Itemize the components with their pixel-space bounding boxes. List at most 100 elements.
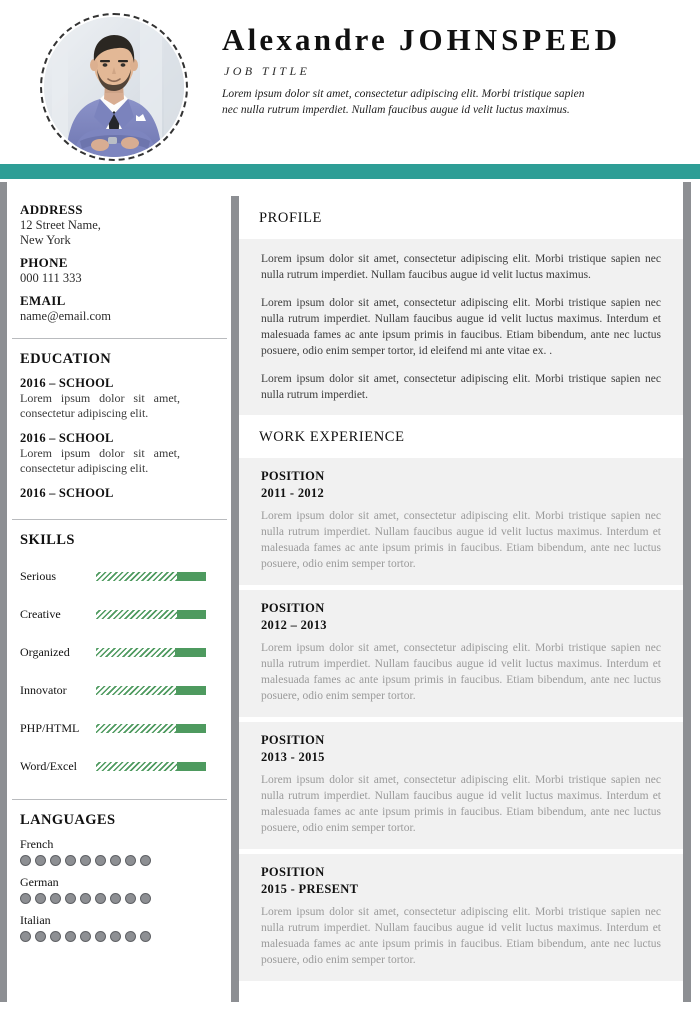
skill-bar [96, 685, 206, 695]
job-position: POSITION [261, 733, 325, 747]
address-line-2: New York [20, 233, 71, 247]
skill-bar-filled [176, 685, 206, 695]
skill-label: Creative [20, 606, 61, 621]
photo-illustration [44, 17, 184, 157]
avatar [40, 13, 188, 161]
profile-paragraph: Lorem ipsum dolor sit amet, consectetur … [261, 373, 661, 401]
profile-photo [44, 17, 184, 157]
right-edge-rail [683, 182, 691, 1002]
skill-row: Organized [20, 633, 231, 671]
rating-dot-filled [20, 855, 31, 866]
education-item: 2016 – SCHOOL [20, 486, 231, 501]
rating-dot-filled [50, 931, 61, 942]
skill-row: Serious [20, 557, 231, 595]
rating-dot-filled [110, 893, 121, 904]
work-experience-heading: WORK EXPERIENCE [239, 415, 683, 458]
education-item-title: 2016 – SCHOOL [20, 431, 114, 445]
skill-row: Word/Excel [20, 747, 231, 785]
skill-row: Innovator [20, 671, 231, 709]
rating-dot-filled [35, 893, 46, 904]
rating-dot-filled [80, 931, 91, 942]
job-position: POSITION [261, 469, 325, 483]
language-rating [20, 893, 231, 904]
skill-bar-hatched [96, 723, 177, 733]
language-row: German [20, 875, 231, 904]
main-column: PROFILE Lorem ipsum dolor sit amet, cons… [239, 196, 683, 986]
sidebar-section-contact: ADDRESS 12 Street Name, New York PHONE 0… [8, 185, 231, 338]
language-label: Italian [20, 913, 51, 927]
rating-dot-filled [65, 893, 76, 904]
rating-dot-filled [35, 855, 46, 866]
job-position: POSITION [261, 865, 325, 879]
skill-bar-hatched [96, 685, 177, 695]
job-dates: 2015 - PRESENT [261, 882, 359, 896]
profile-heading: PROFILE [239, 196, 683, 239]
skill-label: Innovator [20, 682, 67, 697]
left-edge-rail [0, 182, 7, 1002]
education-item-title: 2016 – SCHOOL [20, 486, 114, 500]
skill-label: PHP/HTML [20, 720, 80, 735]
job-dates: 2011 - 2012 [261, 486, 325, 500]
page-title: Alexandre JOHNSPEED [222, 22, 621, 58]
rating-dot-filled [110, 855, 121, 866]
skill-bar-filled [177, 761, 206, 771]
languages-heading: LANGUAGES [20, 812, 116, 828]
email-value[interactable]: name@email.com [20, 309, 231, 324]
rating-dot-filled [50, 893, 61, 904]
profile-paragraph: Lorem ipsum dolor sit amet, consectetur … [261, 253, 661, 281]
education-item: 2016 – SCHOOL Lorem ipsum dolor sit amet… [20, 431, 231, 476]
rating-dot-filled [80, 893, 91, 904]
skill-label: Organized [20, 644, 70, 659]
sidebar-section-education: EDUCATION 2016 – SCHOOL Lorem ipsum dolo… [8, 351, 231, 519]
rating-dot-filled [20, 931, 31, 942]
sidebar: ADDRESS 12 Street Name, New York PHONE 0… [8, 185, 231, 951]
skill-bar-filled [177, 571, 206, 581]
education-item-title: 2016 – SCHOOL [20, 376, 114, 390]
rating-dot-filled [125, 855, 136, 866]
skill-label: Serious [20, 568, 56, 583]
rating-dot-filled [95, 893, 106, 904]
profile-paragraph: Lorem ipsum dolor sit amet, consectetur … [261, 297, 661, 357]
accent-bar [0, 164, 700, 179]
skill-row: Creative [20, 595, 231, 633]
rating-dot-filled [140, 855, 151, 866]
job-description: Lorem ipsum dolor sit amet, consectetur … [261, 510, 661, 570]
skill-bar-filled [175, 647, 206, 657]
rating-dot-filled [110, 931, 121, 942]
resume-page: Alexandre JOHNSPEED JOB TITLE Lorem ipsu… [0, 0, 700, 1011]
education-heading: EDUCATION [20, 351, 112, 367]
skill-bar-hatched [96, 609, 178, 619]
skill-bar [96, 723, 206, 733]
rating-dot-filled [20, 893, 31, 904]
header-tagline: Lorem ipsum dolor sit amet, consectetur … [222, 88, 585, 116]
rating-dot-filled [95, 855, 106, 866]
phone-value: 000 111 333 [20, 271, 82, 285]
column-divider [231, 196, 239, 1002]
education-item-desc: Lorem ipsum dolor sit amet, consectetur … [20, 391, 180, 420]
rating-dot-filled [80, 855, 91, 866]
skill-bar-hatched [96, 761, 178, 771]
job-title: JOB TITLE [224, 64, 311, 78]
skill-bar [96, 647, 206, 657]
rating-dot-filled [95, 931, 106, 942]
rating-dot-filled [125, 893, 136, 904]
job-description: Lorem ipsum dolor sit amet, consectetur … [261, 906, 661, 966]
skill-bar-hatched [96, 647, 176, 657]
job-description: Lorem ipsum dolor sit amet, consectetur … [261, 642, 661, 702]
job-dates: 2013 - 2015 [261, 750, 325, 764]
email-label: EMAIL [20, 293, 66, 308]
skill-bar-hatched [96, 571, 178, 581]
phone-label: PHONE [20, 255, 68, 270]
profile-panel: Lorem ipsum dolor sit amet, consectetur … [239, 239, 683, 415]
skills-heading: SKILLS [20, 532, 75, 548]
divider-education [12, 338, 227, 339]
sidebar-section-languages: LANGUAGES French German Italian [8, 812, 231, 942]
work-experience-item: POSITION 2013 - 2015 Lorem ipsum dolor sit… [239, 722, 683, 849]
work-experience-item: POSITION 2011 - 2012 Lorem ipsum dolor sit… [239, 458, 683, 585]
skill-bar-filled [176, 723, 206, 733]
skills-list: Serious Creative Organized Innovator PHP/HTM… [20, 557, 231, 785]
skill-bar [96, 571, 206, 581]
skill-bar-filled [177, 609, 206, 619]
rating-dot-filled [35, 931, 46, 942]
job-dates: 2012 – 2013 [261, 618, 327, 632]
